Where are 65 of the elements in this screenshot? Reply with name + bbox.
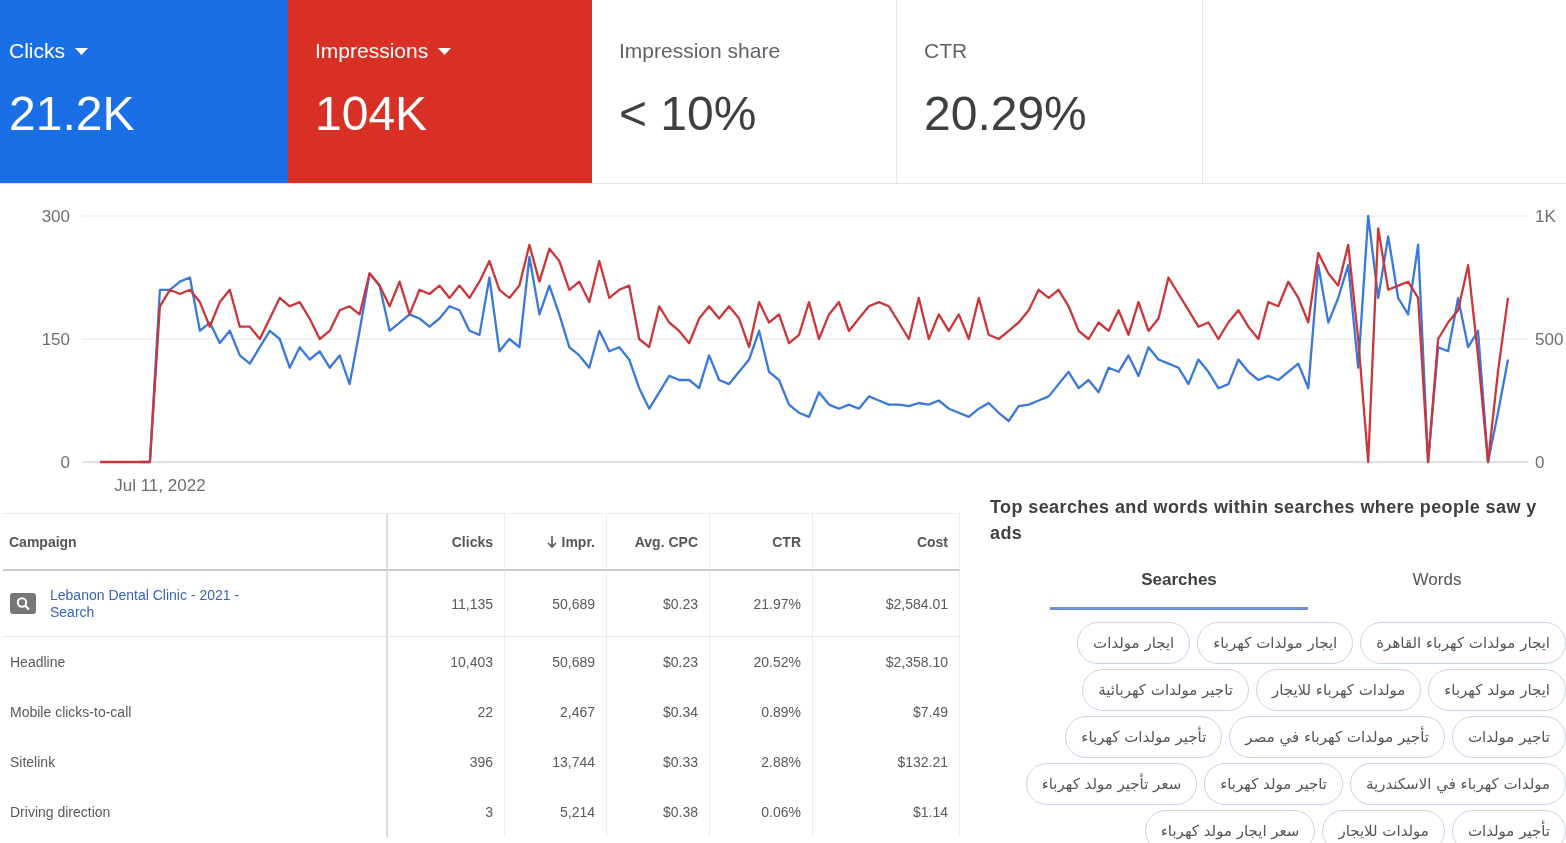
search-icon: [10, 593, 36, 614]
caret-down-icon[interactable]: [438, 47, 452, 55]
tab[interactable]: Searches: [1050, 556, 1308, 610]
panel-title: Top searches and words within searches where people saw y ads: [990, 496, 1538, 545]
metric-label: Impression share: [619, 39, 781, 63]
metric-card[interactable]: Impressions 104K: [288, 0, 592, 183]
table-cell: $2,584.01: [813, 571, 960, 637]
campaign-link[interactable]: Lebanon Dental Clinic - 2021 - Search: [50, 586, 265, 621]
search-term-chip[interactable]: ايجار مولدات كهرباء القاهرة: [1360, 622, 1566, 664]
table-cell: $7.49: [813, 687, 960, 737]
axis-label: 0: [1535, 453, 1545, 472]
table-cell: 0.06%: [710, 787, 813, 837]
table-cell: 13,744: [505, 737, 607, 787]
table-cell: $0.33: [607, 737, 710, 787]
metric-label: Clicks: [9, 39, 65, 63]
column-header[interactable]: Campaign: [3, 514, 388, 571]
table-cell: 50,689: [505, 637, 607, 687]
axis-label: Jul 11, 2022: [114, 476, 206, 494]
table-cell: Sitelink: [3, 737, 388, 787]
table-cell: 5,214: [505, 787, 607, 837]
axis-label: 0: [60, 453, 70, 472]
axis-label: 300: [41, 207, 70, 226]
caret-down-icon[interactable]: [75, 47, 88, 55]
search-term-chip[interactable]: ايجار مولد كهرباء: [1428, 669, 1566, 711]
table-cell: 0.89%: [710, 687, 813, 737]
table-cell: $1.14: [813, 787, 960, 837]
table-cell: 10,403: [388, 637, 505, 687]
table-cell: $0.38: [607, 787, 710, 837]
table-cell: $2,358.10: [813, 637, 960, 687]
table-cell: $0.23: [607, 637, 710, 687]
table-cell: $132.21: [813, 737, 960, 787]
metric-value: 21.2K: [9, 86, 135, 142]
table-cell: 11,135: [388, 571, 505, 637]
metric-value: 104K: [315, 86, 428, 142]
search-term-chip[interactable]: تاجير مولدات: [1451, 716, 1566, 758]
metric-card[interactable]: Clicks 21.2K: [0, 0, 288, 183]
table-cell: Driving direction: [3, 787, 388, 837]
table-cell: Headline: [3, 637, 388, 687]
table-cell: Mobile clicks-to-call: [3, 687, 388, 737]
table-cell: $0.34: [607, 687, 710, 737]
axis-label: 1K: [1535, 207, 1556, 226]
metric-value: 20.29%: [924, 86, 1087, 142]
table-cell: 2.88%: [710, 737, 813, 787]
table-cell: 22: [388, 687, 505, 737]
column-header[interactable]: Cost: [813, 514, 960, 571]
table-cell: 2,467: [505, 687, 607, 737]
table-cell: 20.52%: [710, 637, 813, 687]
table-cell: 50,689: [505, 571, 607, 637]
search-term-chip[interactable]: تأجير مولدات: [1451, 810, 1566, 843]
axis-label: 500: [1535, 330, 1564, 349]
metric-label: Impressions: [315, 39, 429, 63]
table-cell: $0.23: [607, 571, 710, 637]
table-cell: 396: [388, 737, 505, 787]
search-term-chip[interactable]: مولدات كهرباء في الاسكندرية: [1349, 763, 1566, 805]
arrow-down-icon: [546, 535, 557, 548]
table-cell: 3: [388, 787, 505, 837]
table-cell: 21.97%: [710, 571, 813, 637]
tab[interactable]: Words: [1308, 556, 1566, 610]
metric-label: CTR: [924, 39, 968, 63]
axis-label: 150: [41, 330, 70, 349]
column-header[interactable]: Avg. CPC: [607, 514, 710, 571]
column-header[interactable]: CTR: [710, 514, 813, 571]
column-header[interactable]: Impr.: [505, 514, 607, 571]
metric-value: < 10%: [619, 86, 757, 142]
column-header[interactable]: Clicks: [388, 514, 505, 571]
